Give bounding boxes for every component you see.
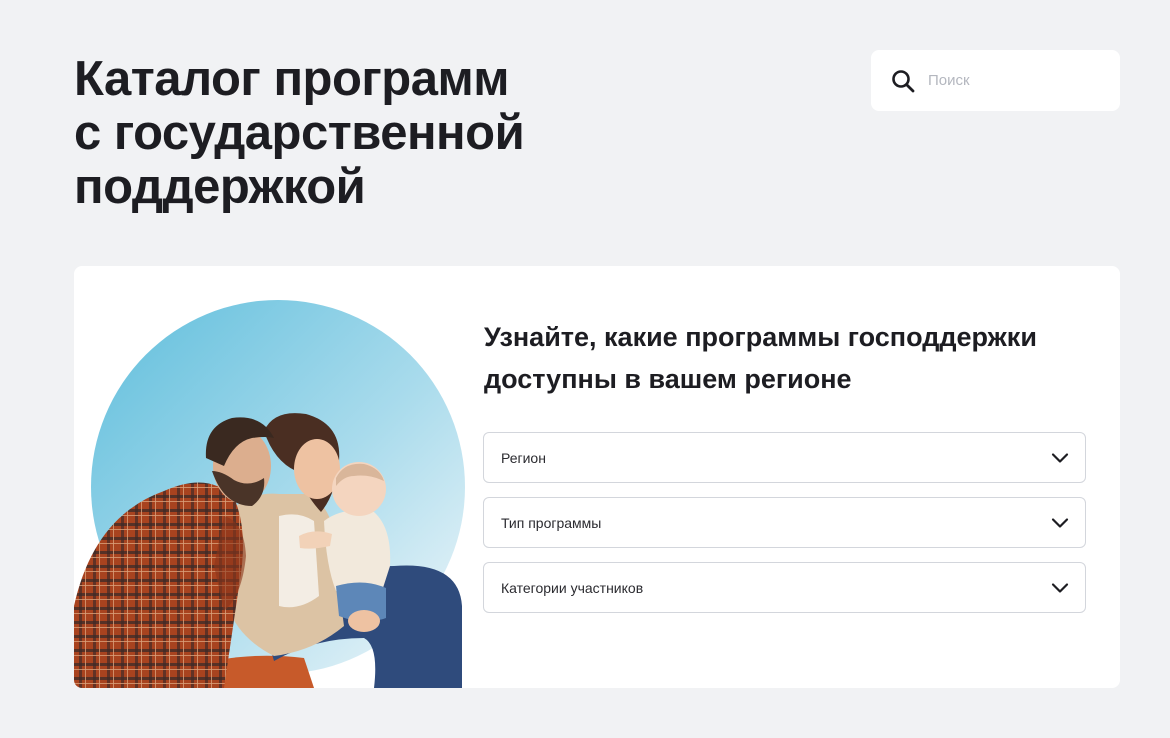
search-input[interactable] [928,72,1088,89]
program-type-dropdown-label: Тип программы [501,514,602,531]
region-dropdown-label: Регион [501,449,546,466]
region-dropdown[interactable]: Регион [483,432,1086,483]
search-icon[interactable] [891,69,915,93]
participant-categories-dropdown-label: Категории участников [501,579,644,596]
chevron-down-icon [1051,517,1069,528]
family-photo [74,300,465,688]
page-title: Каталог программ с государственной подде… [74,52,594,214]
filter-card-heading-line: доступны в вашем регионе [484,364,852,394]
program-type-dropdown[interactable]: Тип программы [483,497,1086,548]
filter-card-heading: Узнайте, какие программы господдержки до… [484,316,1104,400]
program-filter-card: Узнайте, какие программы господдержки до… [74,266,1120,688]
chevron-down-icon [1051,582,1069,593]
search-box[interactable] [871,50,1120,111]
participant-categories-dropdown[interactable]: Категории участников [483,562,1086,613]
page-title-line: Каталог программ [74,52,510,106]
chevron-down-icon [1051,452,1069,463]
page-title-line: с государственной [74,106,525,160]
filter-card-heading-line: Узнайте, какие программы господдержки [484,322,1037,352]
page-title-line: поддержкой [74,160,366,214]
